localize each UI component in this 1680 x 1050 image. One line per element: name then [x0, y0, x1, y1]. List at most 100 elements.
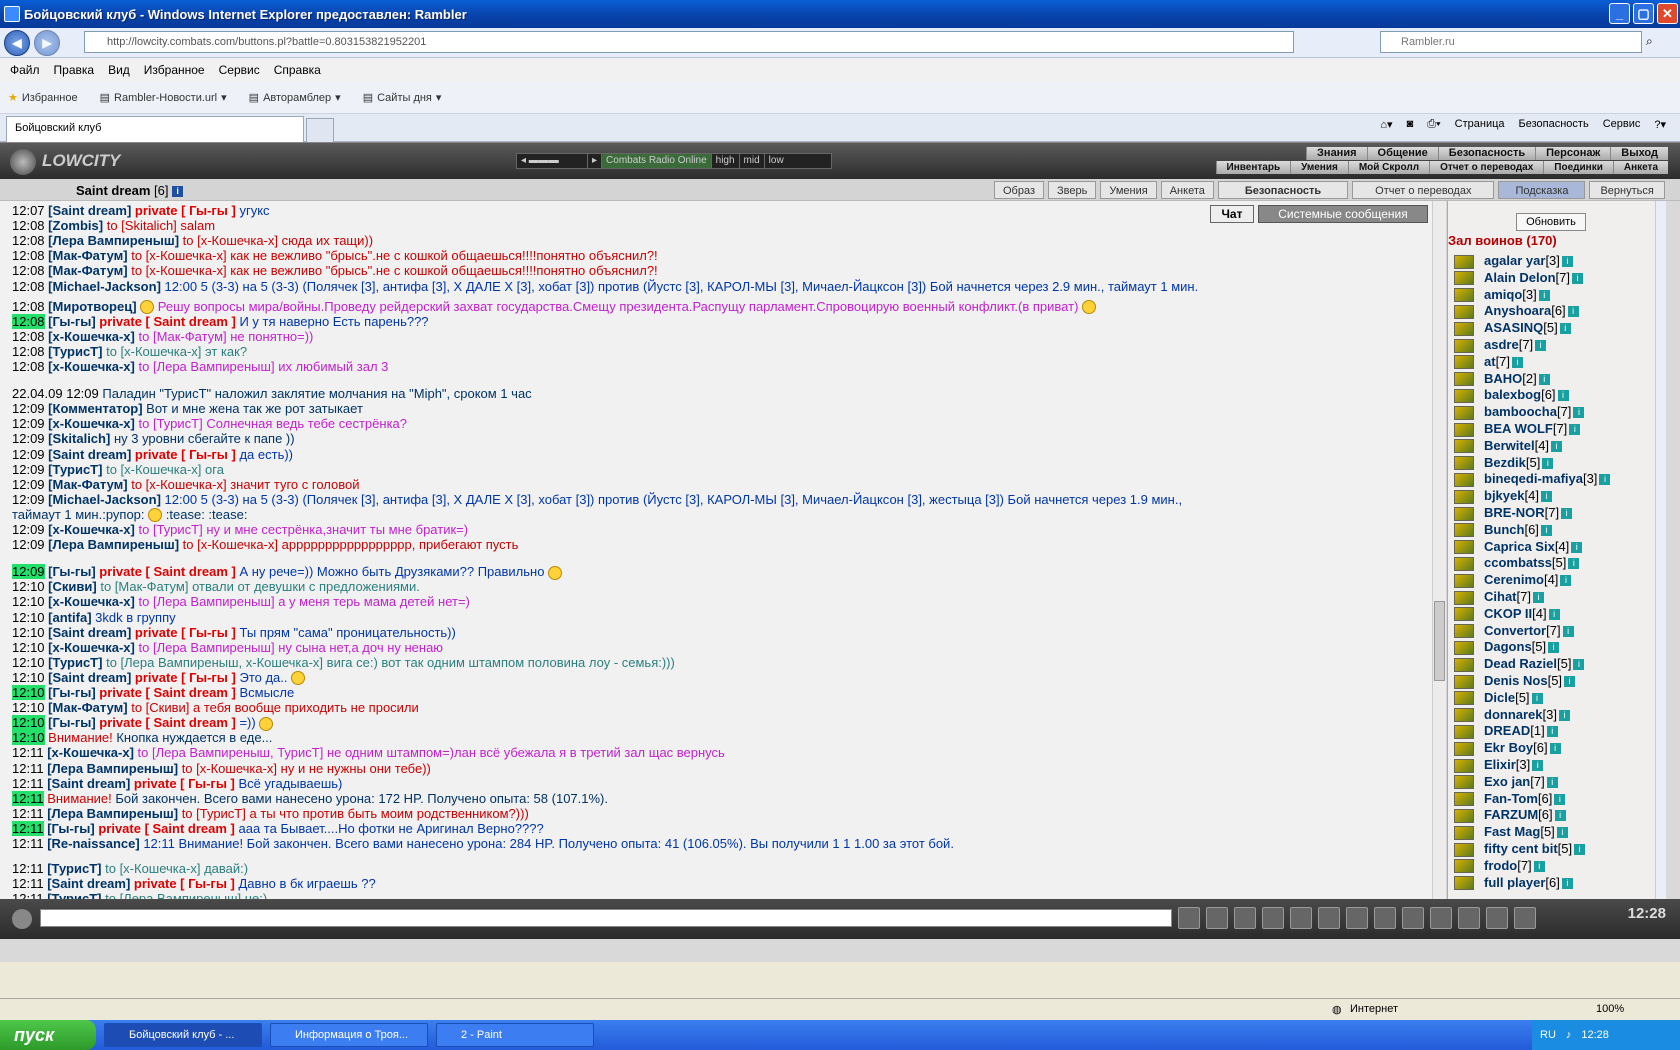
- nav-character[interactable]: Персонаж: [1535, 147, 1611, 160]
- player-name[interactable]: Bunch: [1484, 522, 1524, 537]
- menu-view[interactable]: Вид: [108, 63, 130, 77]
- player-action-icon[interactable]: [1454, 590, 1474, 605]
- player-action-icon[interactable]: [1454, 506, 1474, 521]
- subnav-inventory[interactable]: Инвентарь: [1215, 161, 1291, 174]
- player-row[interactable]: Anyshoara[6] i: [1454, 303, 1579, 320]
- subnav-fights[interactable]: Поединки: [1543, 161, 1613, 174]
- player-row[interactable]: Cerenimo[4] i: [1454, 572, 1572, 589]
- action-icon[interactable]: [1290, 907, 1312, 929]
- player-info-icon[interactable]: i: [1556, 827, 1568, 839]
- player-row[interactable]: DREAD[1] i: [1454, 723, 1558, 740]
- info-icon[interactable]: i: [172, 186, 184, 198]
- player-row[interactable]: Fan-Tom[6] i: [1454, 791, 1566, 808]
- player-name[interactable]: ccombatss: [1484, 555, 1552, 570]
- send-icon[interactable]: [1178, 907, 1200, 929]
- player-action-icon[interactable]: [1454, 422, 1474, 437]
- player-info-icon[interactable]: i: [1574, 844, 1586, 856]
- sound-icon[interactable]: [1346, 907, 1368, 929]
- chat-author[interactable]: [ТурисТ]: [48, 655, 106, 670]
- player-info-icon[interactable]: i: [1540, 491, 1552, 503]
- chat-author[interactable]: [Michael-Jackson]: [48, 279, 164, 294]
- player-row[interactable]: Dicle[5] i: [1454, 690, 1543, 707]
- player-name[interactable]: CKOP II: [1484, 606, 1532, 621]
- ptab-return[interactable]: Вернуться: [1589, 181, 1665, 199]
- player-action-icon[interactable]: [1454, 758, 1474, 773]
- player-info-icon[interactable]: i: [1557, 390, 1569, 402]
- player-info-icon[interactable]: i: [1571, 541, 1583, 553]
- player-action-icon[interactable]: [1454, 674, 1474, 689]
- player-action-icon[interactable]: [1454, 691, 1474, 706]
- player-row[interactable]: Ekr Boy[6] i: [1454, 740, 1561, 757]
- player-row[interactable]: fifty cent bit[5] i: [1454, 841, 1586, 858]
- url-input[interactable]: http://lowcity.combats.com/buttons.pl?ba…: [84, 31, 1294, 53]
- map-icon[interactable]: [1458, 907, 1480, 929]
- player-action-icon[interactable]: [1454, 808, 1474, 823]
- filter-icon[interactable]: [1234, 907, 1256, 929]
- player-action-icon[interactable]: [1454, 724, 1474, 739]
- player-info-icon[interactable]: i: [1561, 877, 1573, 889]
- player-action-icon[interactable]: [1454, 288, 1474, 303]
- player-action-icon[interactable]: [1454, 792, 1474, 807]
- player-action-icon[interactable]: [1454, 775, 1474, 790]
- player-action-icon[interactable]: [1454, 439, 1474, 454]
- cmd-security[interactable]: Безопасность: [1519, 118, 1589, 131]
- player-info-icon[interactable]: i: [1564, 676, 1576, 688]
- player-action-icon[interactable]: [1454, 540, 1474, 555]
- menu-edit[interactable]: Правка: [54, 63, 95, 77]
- task-paint[interactable]: 2 - Paint: [436, 1023, 594, 1047]
- help-icon[interactable]: ?▾: [1654, 118, 1666, 131]
- ptab-skills[interactable]: Умения: [1100, 181, 1157, 199]
- player-info-icon[interactable]: i: [1549, 743, 1561, 755]
- zoom-level[interactable]: 100%: [1596, 1003, 1624, 1015]
- player-name[interactable]: Ekr Boy: [1484, 740, 1533, 755]
- home-icon[interactable]: ⌂▾: [1380, 118, 1392, 131]
- language-indicator[interactable]: RU: [1540, 1029, 1556, 1041]
- chat-author[interactable]: [ТурисТ]: [48, 344, 106, 359]
- player-name[interactable]: ASASINQ: [1484, 320, 1543, 335]
- player-row[interactable]: FARZUM[6] i: [1454, 807, 1566, 824]
- chat-author[interactable]: [Saint dream]: [48, 670, 135, 685]
- ptab-security[interactable]: Безопасность: [1217, 181, 1349, 199]
- player-row[interactable]: Berwitel[4] i: [1454, 438, 1563, 455]
- player-info-icon[interactable]: i: [1573, 407, 1585, 419]
- player-row[interactable]: Elixir[3] i: [1454, 757, 1544, 774]
- new-tab-button[interactable]: [306, 118, 334, 142]
- chat-author[interactable]: [x-Кошечка-x]: [48, 416, 138, 431]
- refresh-button[interactable]: Обновить: [1516, 213, 1586, 231]
- player-row[interactable]: asdre[7] i: [1454, 337, 1547, 354]
- player-info-icon[interactable]: i: [1558, 709, 1570, 721]
- player-name[interactable]: BRE-NOR: [1484, 505, 1545, 520]
- player-name[interactable]: Dead Raziel: [1484, 656, 1557, 671]
- fav-link-news[interactable]: ▤ Rambler-Новости.url ▾: [100, 91, 227, 105]
- task-ie[interactable]: Бойцовский клуб - ...: [104, 1023, 262, 1047]
- tab-active[interactable]: Бойцовский клуб: [6, 116, 304, 142]
- forward-button[interactable]: ▶: [34, 29, 60, 56]
- nav-social[interactable]: Общение: [1366, 147, 1438, 160]
- player-action-icon[interactable]: [1454, 708, 1474, 723]
- quality-mid[interactable]: mid: [738, 154, 764, 168]
- player-info-icon[interactable]: i: [1569, 424, 1581, 436]
- player-name[interactable]: Alain Delon: [1484, 270, 1556, 285]
- chat-scrollbar[interactable]: [1432, 201, 1446, 901]
- player-info-icon[interactable]: i: [1532, 592, 1544, 604]
- room-scrollbar[interactable]: [1655, 201, 1666, 901]
- player-name[interactable]: bineqedi-mafiya: [1484, 471, 1583, 486]
- player-info-icon[interactable]: i: [1531, 692, 1543, 704]
- chat-author[interactable]: [antifa]: [48, 610, 95, 625]
- chat-author[interactable]: [x-Кошечка-x]: [48, 359, 138, 374]
- player-name[interactable]: frodo: [1484, 858, 1517, 873]
- smiles-icon[interactable]: [1374, 907, 1396, 929]
- bag-icon[interactable]: [1486, 907, 1508, 929]
- player-info-icon[interactable]: i: [1551, 440, 1563, 452]
- player-row[interactable]: Cihat[7] i: [1454, 589, 1544, 606]
- back-button[interactable]: ◀: [4, 29, 30, 56]
- task-info[interactable]: Информация о Троя...: [270, 1023, 428, 1047]
- player-name[interactable]: Denis Nos: [1484, 673, 1548, 688]
- player-row[interactable]: ccombatss[5] i: [1454, 555, 1580, 572]
- player-info-icon[interactable]: i: [1538, 373, 1550, 385]
- player-name[interactable]: balexbog: [1484, 387, 1541, 402]
- chat-mode-icon[interactable]: [12, 909, 32, 929]
- menu-file[interactable]: Файл: [10, 63, 40, 77]
- ptab-image[interactable]: Образ: [994, 181, 1045, 199]
- player-row[interactable]: full player[6] i: [1454, 875, 1573, 892]
